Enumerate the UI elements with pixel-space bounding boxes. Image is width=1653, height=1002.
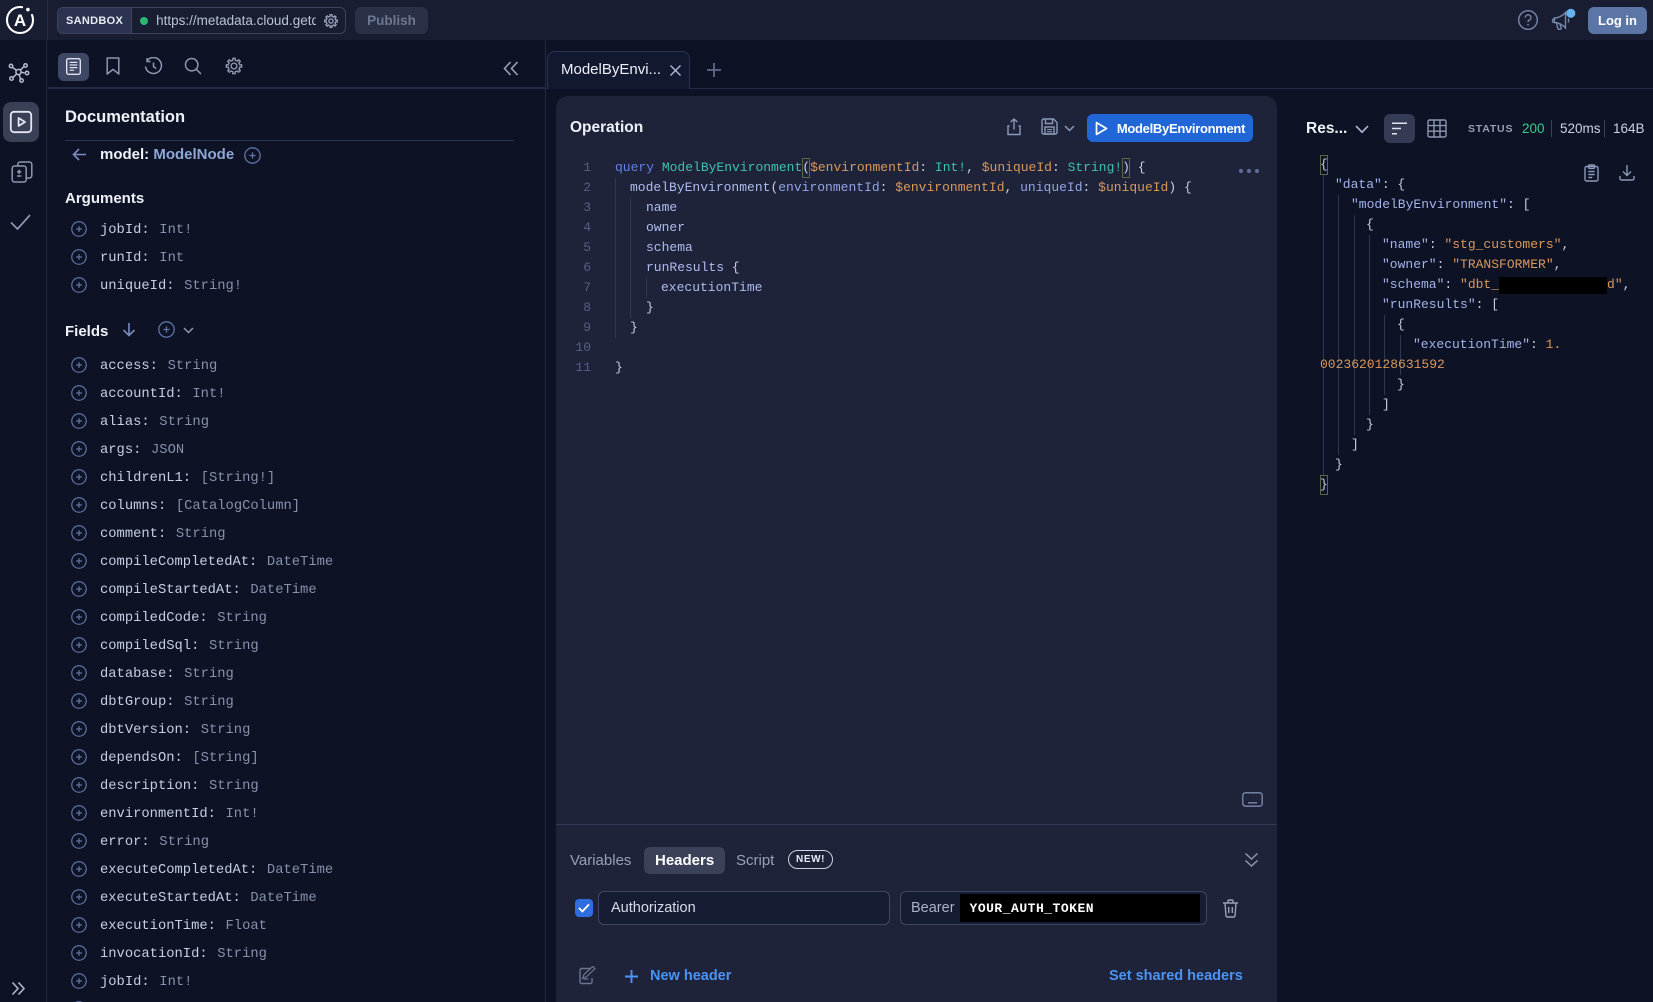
svg-text:A: A <box>14 11 26 30</box>
